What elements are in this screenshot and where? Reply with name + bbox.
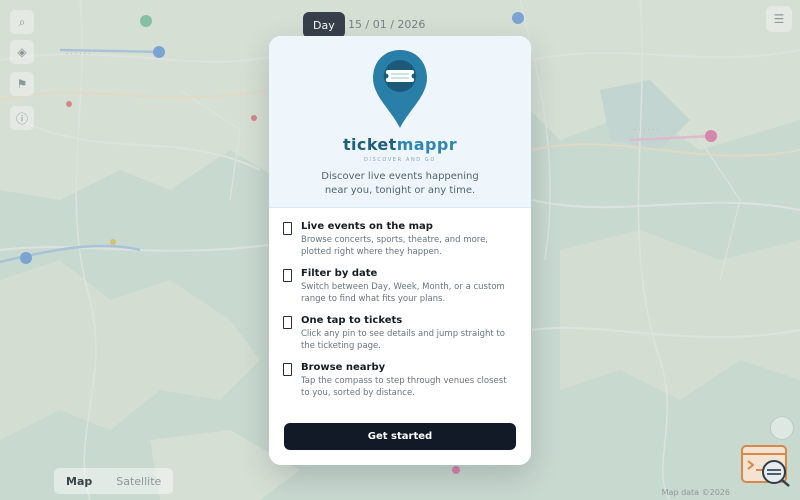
feature-list: Live events on the map Browse concerts, … — [269, 220, 531, 408]
ticket-feature-icon — [283, 316, 292, 329]
get-started-button[interactable]: Get started — [284, 423, 516, 450]
map-type-satellite[interactable]: Satellite — [104, 468, 173, 494]
layers-icon[interactable]: ◈ — [10, 40, 34, 64]
feature-title: One tap to tickets — [301, 315, 403, 326]
brand-tagline: DISCOVER AND GO — [364, 157, 436, 163]
feature-description: Click any pin to see details and jump st… — [301, 329, 505, 351]
feature-item: Filter by date Switch between Day, Week,… — [269, 267, 531, 314]
map-type-toggle: Map Satellite — [54, 468, 174, 494]
onboarding-modal: ticketmappr DISCOVER AND GO Discover liv… — [269, 36, 531, 465]
compass-feature-icon — [283, 363, 292, 376]
info-icon[interactable]: ⓘ — [10, 106, 34, 130]
feature-item: Live events on the map Browse concerts, … — [269, 220, 531, 267]
brand-part-ticket: ticket — [343, 135, 397, 154]
feature-title: Live events on the map — [301, 221, 433, 232]
date-range-chip[interactable]: Day — [303, 12, 345, 38]
brand-wordmark: ticketmappr — [269, 135, 531, 154]
feature-item: Browse nearby Tap the compass to step th… — [269, 361, 531, 408]
feature-description: Switch between Day, Week, Month, or a cu… — [301, 282, 505, 304]
ticket-pin-logo-icon — [373, 50, 427, 128]
search-icon[interactable]: ⌕ — [10, 10, 34, 34]
map-type-map[interactable]: Map — [54, 468, 104, 494]
modal-header: ticketmappr DISCOVER AND GO Discover liv… — [269, 36, 531, 208]
brand-part-mappr: mappr — [396, 135, 457, 154]
feature-title: Browse nearby — [301, 362, 386, 373]
feature-item: One tap to tickets Click any pin to see … — [269, 314, 531, 361]
compass-icon[interactable] — [770, 416, 794, 440]
feature-description: Browse concerts, sports, theatre, and mo… — [301, 235, 489, 257]
menu-icon[interactable]: ☰ — [766, 6, 792, 32]
feature-description: Tap the compass to step through venues c… — [301, 376, 507, 398]
feature-title: Filter by date — [301, 268, 378, 279]
console-badge-icon[interactable] — [740, 444, 792, 488]
date-display[interactable]: 15 / 01 / 2026 — [348, 18, 425, 31]
filter-icon[interactable]: ⚑ — [10, 72, 34, 96]
map-attribution: Map data ©2026 — [661, 488, 730, 497]
map-feature-icon — [283, 222, 292, 235]
modal-subtitle: Discover live events happening near you,… — [321, 171, 479, 196]
calendar-feature-icon — [283, 269, 292, 282]
